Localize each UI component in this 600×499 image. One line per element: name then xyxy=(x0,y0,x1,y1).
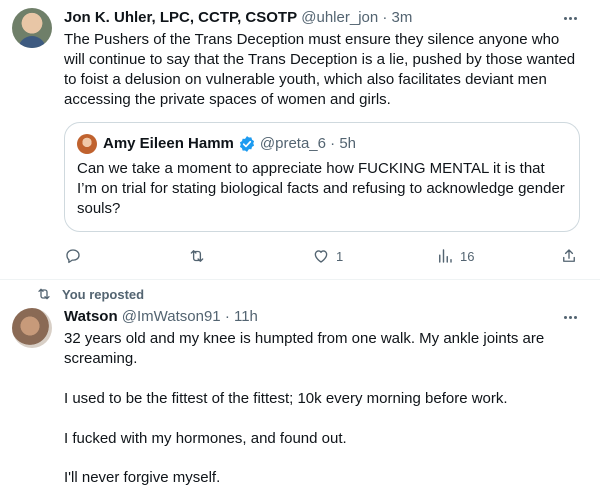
views-icon xyxy=(439,249,452,263)
repost-indicator: You reposted xyxy=(36,285,144,303)
tweet-paragraph: I'll never forgive myself. xyxy=(64,469,221,486)
author-name[interactable]: Watson xyxy=(64,308,118,325)
reply-icon xyxy=(66,249,80,264)
repost-icon xyxy=(38,288,50,300)
tweet-header: Watson @ImWatson91 · 11h xyxy=(64,307,258,327)
share-button[interactable] xyxy=(560,245,578,267)
quoted-header: Amy Eileen Hamm @preta_6 · 5h xyxy=(103,134,356,154)
verified-icon xyxy=(239,136,254,152)
views-button[interactable]: 16 xyxy=(436,245,474,267)
author-name[interactable]: Jon K. Uhler, LPC, CCTP, CSOTP xyxy=(64,9,297,26)
like-button[interactable]: 1 xyxy=(312,245,343,267)
tweet[interactable]: Jon K. Uhler, LPC, CCTP, CSOTP @uhler_jo… xyxy=(0,0,600,280)
tweet-paragraph: I used to be the fittest of the fittest;… xyxy=(64,390,508,407)
like-count: 1 xyxy=(336,248,344,264)
tweet-paragraph: 32 years old and my knee is humpted from… xyxy=(64,330,545,367)
avatar[interactable] xyxy=(12,308,52,348)
repost-label[interactable]: You reposted xyxy=(62,287,144,302)
author-handle-time[interactable]: @uhler_jon · 3m xyxy=(301,9,412,26)
tweet-text: The Pushers of the Trans Deception must … xyxy=(64,31,576,108)
repost-button[interactable] xyxy=(188,245,212,267)
quoted-handle-time[interactable]: @preta_6 · 5h xyxy=(260,134,356,154)
repost-icon xyxy=(190,250,204,262)
more-icon[interactable] xyxy=(560,8,580,28)
quoted-tweet[interactable]: Amy Eileen Hamm @preta_6 · 5h Can we tak… xyxy=(64,122,580,232)
reply-button[interactable] xyxy=(64,245,88,267)
views-count: 16 xyxy=(460,248,475,264)
more-icon[interactable] xyxy=(560,307,580,327)
quoted-avatar[interactable] xyxy=(77,134,97,154)
share-icon xyxy=(563,249,575,262)
action-bar: 1 16 xyxy=(64,245,584,267)
quoted-text: Can we take a moment to appreciate how F… xyxy=(77,160,565,217)
quoted-author-name[interactable]: Amy Eileen Hamm xyxy=(103,134,234,154)
avatar[interactable] xyxy=(12,8,52,48)
tweet-paragraph: I fucked with my hormones, and found out… xyxy=(64,430,347,447)
avatar-shoulders xyxy=(18,36,46,48)
like-icon xyxy=(314,250,328,263)
author-handle-time[interactable]: @ImWatson91 · 11h xyxy=(122,308,258,325)
tweet-header: Jon K. Uhler, LPC, CCTP, CSOTP @uhler_jo… xyxy=(64,8,412,28)
